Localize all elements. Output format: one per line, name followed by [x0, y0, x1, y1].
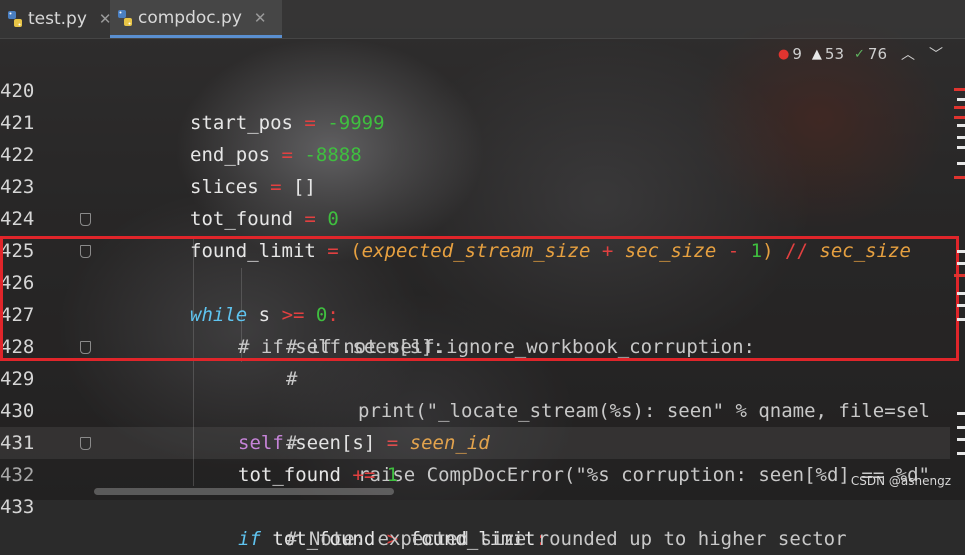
code-line[interactable]: 430 self.seen[s] = seen_id	[0, 363, 950, 454]
error-stripe-marker[interactable]	[954, 88, 965, 91]
close-icon[interactable]: ✕	[254, 9, 267, 27]
warning-stripe-marker[interactable]	[957, 124, 965, 127]
error-stripe-marker[interactable]	[954, 106, 965, 109]
tab-compdoc-py[interactable]: compdoc.py ✕	[110, 0, 282, 38]
code-line[interactable]: 420 start_pos = -9999	[0, 43, 950, 134]
code-comment: # Note: expected size rounded up to high…	[286, 528, 847, 550]
code-line[interactable]: 422 slices = []	[0, 107, 950, 198]
fold-marker-icon[interactable]	[80, 213, 91, 226]
warning-stripe-marker[interactable]	[957, 262, 965, 265]
warning-stripe-marker[interactable]	[957, 438, 965, 441]
code-line[interactable]: 421 end_pos = -8888	[0, 75, 950, 166]
code-line[interactable]: 424 found_limit = (expected_stream_size …	[0, 171, 950, 262]
editor-tab-bar: test.py ✕ compdoc.py ✕	[0, 0, 965, 39]
error-stripe-marker[interactable]	[954, 274, 965, 277]
warning-stripe-marker[interactable]	[957, 292, 965, 295]
python-file-icon	[6, 10, 24, 28]
python-file-icon	[116, 9, 134, 27]
warning-stripe-marker[interactable]	[957, 426, 965, 429]
warning-stripe-marker[interactable]	[957, 452, 965, 455]
warning-stripe-marker[interactable]	[957, 318, 965, 321]
code-line[interactable]: 425 while s >= 0:	[0, 203, 950, 326]
warning-stripe-marker[interactable]	[957, 250, 965, 253]
warning-stripe-marker[interactable]	[957, 162, 965, 165]
warning-stripe-marker[interactable]	[957, 98, 965, 101]
code-line[interactable]: 423 tot_found = 0	[0, 139, 950, 230]
code-line[interactable]: 433 # Note: expected size rounded up to …	[0, 459, 950, 550]
code-line-current[interactable]: 432 if tot_found > found_limit:	[0, 427, 950, 550]
tab-label: test.py	[28, 9, 87, 29]
fold-marker-icon[interactable]	[80, 437, 91, 450]
warning-stripe-marker[interactable]	[957, 146, 965, 149]
highlight-box	[0, 236, 959, 361]
code-line[interactable]: 431 tot_found += 1	[0, 395, 950, 486]
tab-label: compdoc.py	[138, 7, 242, 28]
line-number: 433	[0, 496, 35, 518]
watermark: CSDN @ashengz	[850, 474, 951, 488]
warning-stripe-marker[interactable]	[957, 412, 965, 415]
horizontal-scrollbar[interactable]	[94, 488, 394, 495]
error-stripe-marker[interactable]	[954, 116, 965, 119]
warning-stripe-marker[interactable]	[957, 304, 965, 307]
warning-stripe-marker[interactable]	[957, 136, 965, 139]
error-stripe-marker[interactable]	[954, 176, 965, 179]
tab-test-py[interactable]: test.py ✕	[0, 0, 111, 38]
